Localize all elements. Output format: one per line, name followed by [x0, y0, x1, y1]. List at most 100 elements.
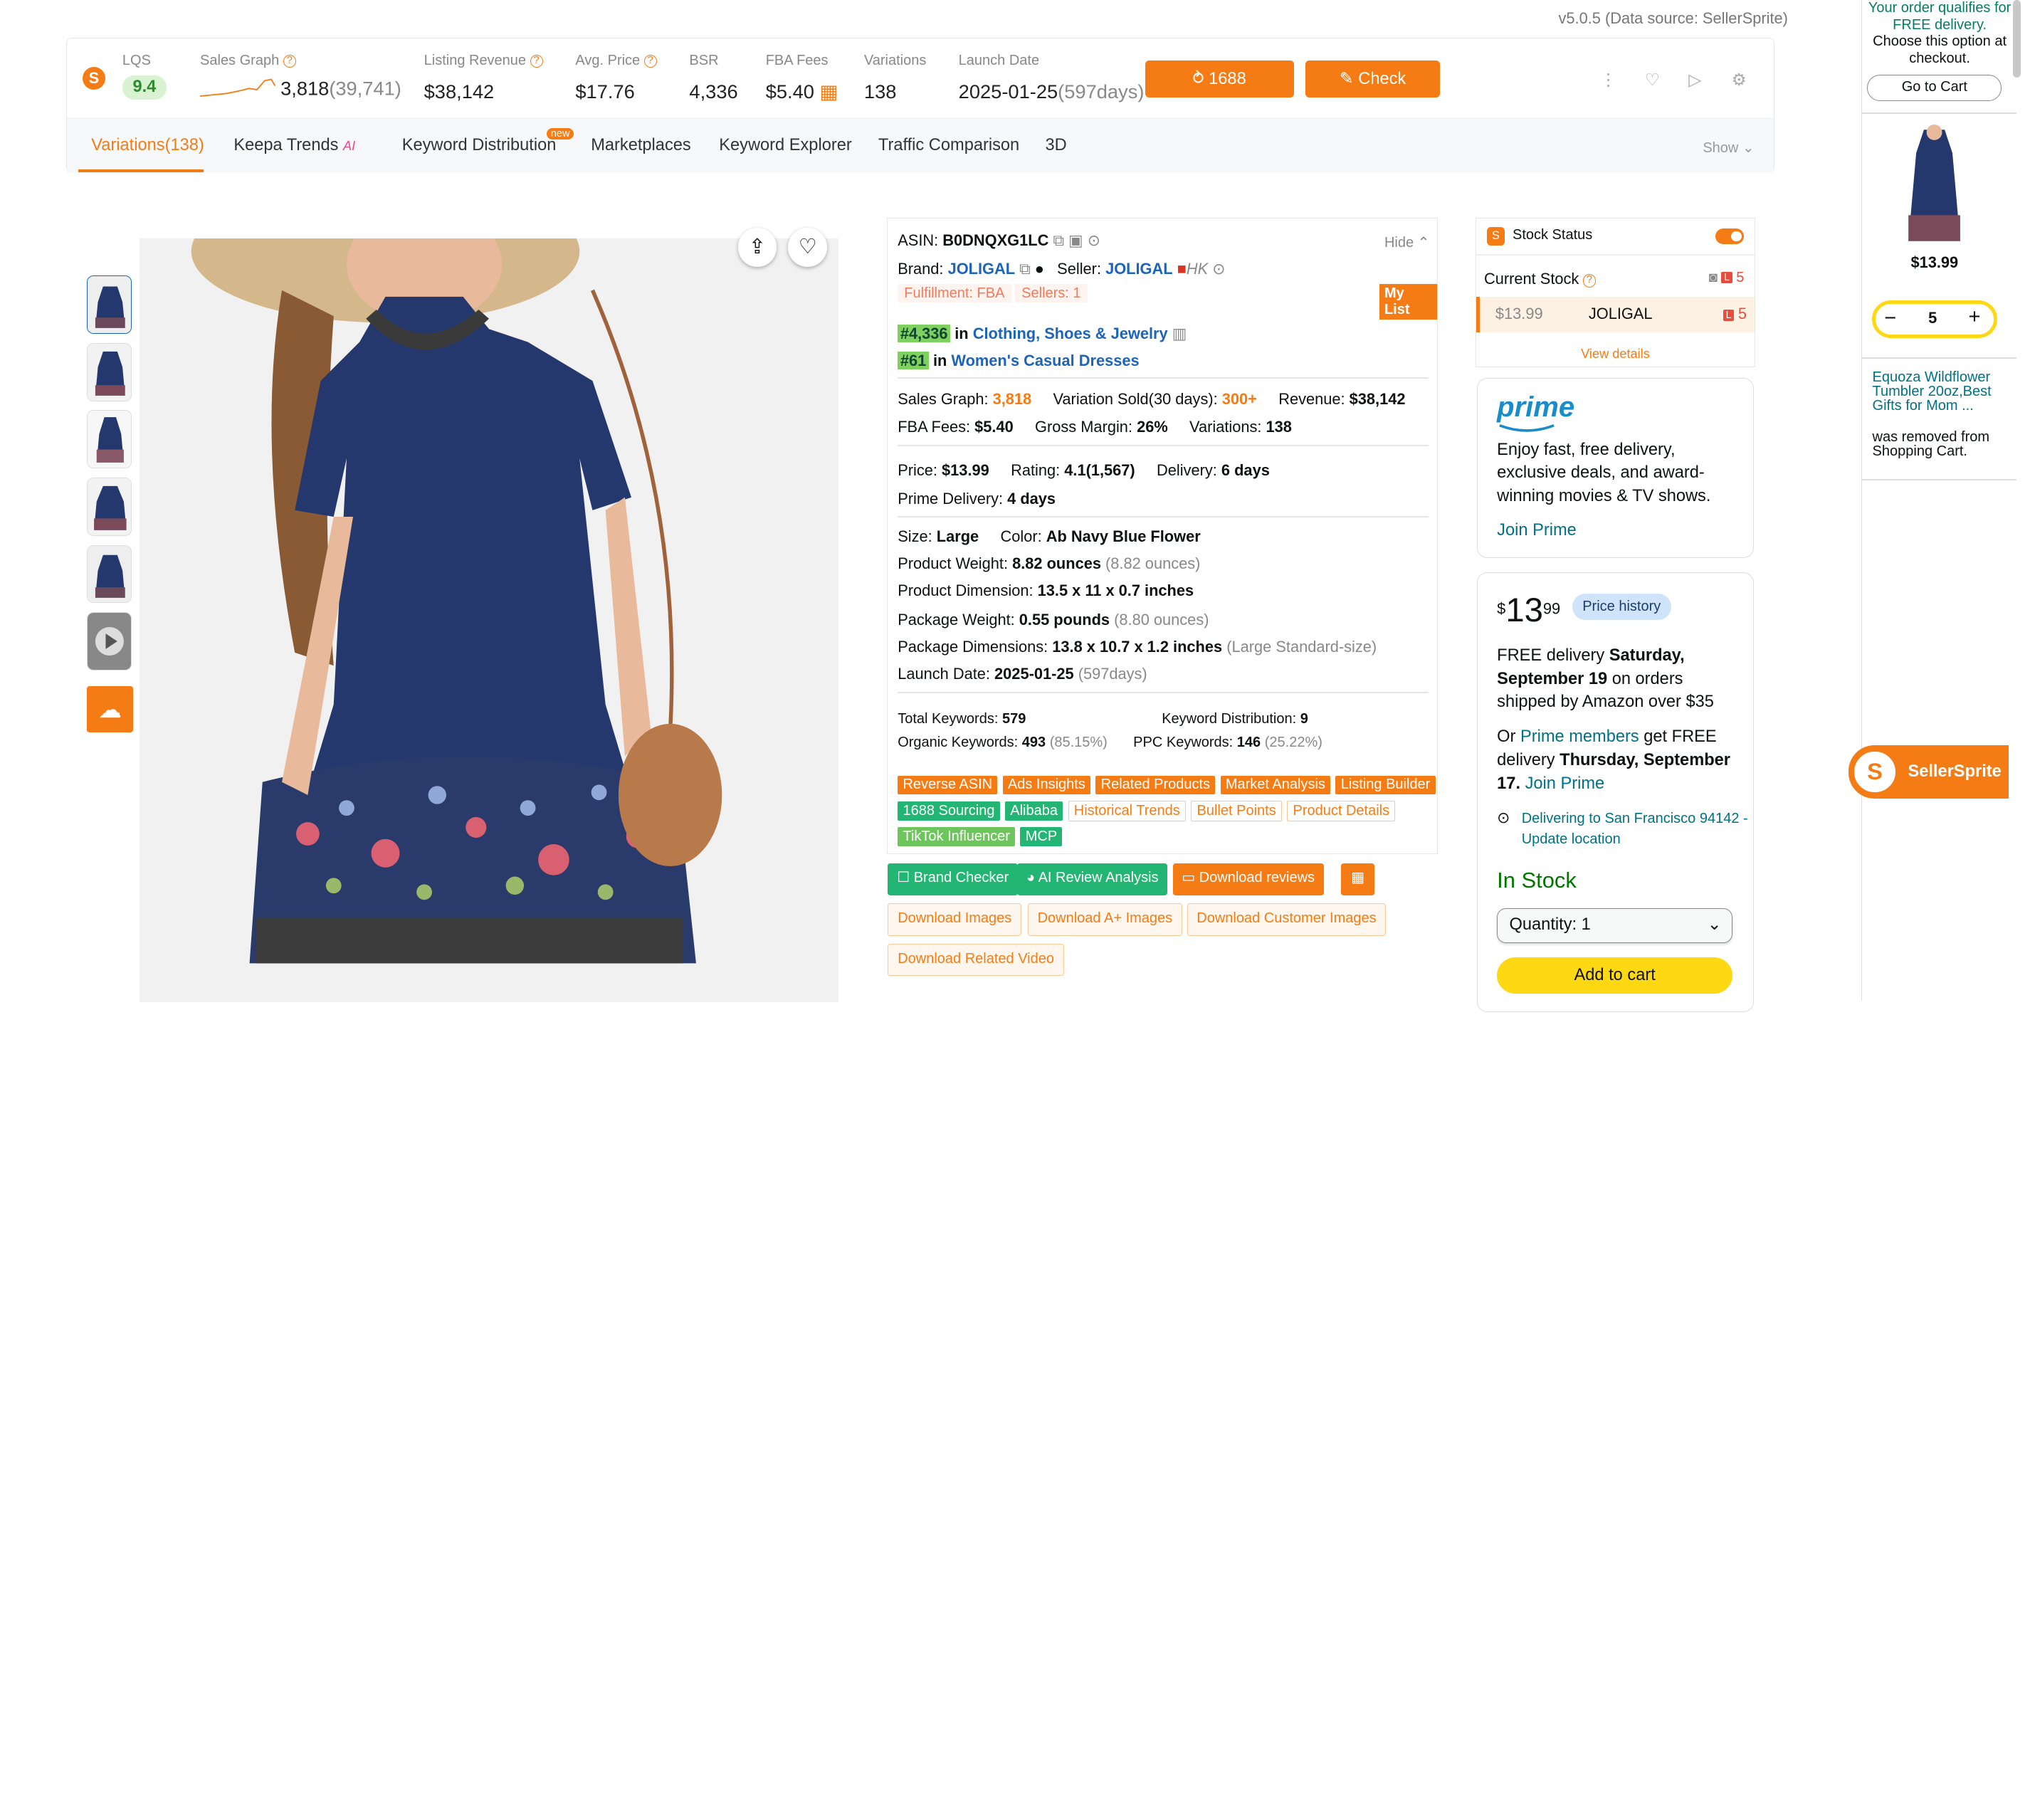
thumbnail-4[interactable]: [86, 478, 132, 536]
launch-date-metric: Launch Date 2025-01-25(597days): [959, 53, 1145, 103]
copy-icon[interactable]: ⧉: [1053, 231, 1064, 249]
tab-traffic-comparison[interactable]: Traffic Comparison: [878, 136, 1019, 155]
rank-main-category[interactable]: Clothing, Shoes & Jewelry: [973, 325, 1168, 342]
thumbnail-5[interactable]: [86, 545, 132, 604]
tiktok-influencer-tag[interactable]: TikTok Influencer: [898, 827, 1016, 846]
calculator-button[interactable]: ▦: [1340, 863, 1375, 896]
heart-icon[interactable]: ♡: [1641, 69, 1664, 93]
main-product-image[interactable]: [140, 238, 839, 1002]
location-icon[interactable]: ⊙: [1212, 260, 1225, 278]
ads-insights-tag[interactable]: Ads Insights: [1002, 775, 1091, 795]
download-customer-images-button[interactable]: Download Customer Images: [1187, 903, 1387, 936]
sales-graph-value[interactable]: 3,818: [993, 390, 1032, 408]
download-related-video-button[interactable]: Download Related Video: [888, 943, 1064, 977]
tab-keyword-explorer[interactable]: Keyword Explorer: [719, 136, 851, 155]
help-icon[interactable]: ?: [1582, 274, 1596, 288]
help-icon[interactable]: ?: [283, 54, 296, 68]
tab-keepa-trends[interactable]: Keepa Trends AI: [233, 136, 355, 155]
history-icon[interactable]: ▣: [1068, 231, 1083, 249]
video-icon[interactable]: ▷: [1683, 69, 1707, 93]
calculator-icon[interactable]: ▦: [820, 80, 838, 102]
product-details-tag[interactable]: Product Details: [1287, 801, 1396, 821]
check-patent-button[interactable]: ✎ Check Patent: [1305, 60, 1441, 125]
bullet-points-tag[interactable]: Bullet Points: [1191, 801, 1282, 821]
download-cloud-icon[interactable]: ☁: [86, 685, 134, 733]
thumbnail-3[interactable]: [86, 410, 132, 469]
hide-toggle[interactable]: Hide ⌃: [1384, 233, 1429, 251]
listing-builder-tag[interactable]: Listing Builder: [1335, 775, 1436, 795]
help-icon[interactable]: ?: [530, 54, 543, 68]
fba-fees-label: FBA Fees: [765, 52, 829, 68]
related-products-tag[interactable]: Related Products: [1095, 775, 1216, 795]
alibaba-tag[interactable]: Alibaba: [1005, 801, 1063, 821]
go-to-cart-button[interactable]: Go to Cart: [1867, 75, 2002, 101]
margin-value: 26%: [1137, 417, 1168, 436]
tiktok-icon[interactable]: ●: [1035, 260, 1044, 278]
quantity-select[interactable]: Quantity: 1 ⌄: [1497, 908, 1733, 943]
copy-icon[interactable]: ⧉: [1019, 260, 1031, 278]
thumbnail-1[interactable]: [86, 275, 132, 335]
download-aplus-button[interactable]: Download A+ Images: [1027, 903, 1182, 936]
tab-marketplaces[interactable]: Marketplaces: [591, 136, 691, 155]
join-prime-link[interactable]: Join Prime: [1525, 774, 1605, 793]
organic-keywords-value[interactable]: 493: [1022, 735, 1046, 750]
cart-quantity-stepper[interactable]: − 5 +: [1871, 300, 1997, 338]
show-toggle[interactable]: Show ⌄: [1703, 139, 1754, 157]
total-keywords-label: Total Keywords:: [898, 711, 999, 727]
low-stock-icon: L: [1723, 309, 1735, 321]
add-to-cart-button[interactable]: Add to cart: [1497, 957, 1733, 994]
view-details-link[interactable]: View details: [1476, 347, 1755, 362]
minus-icon[interactable]: −: [1884, 307, 1896, 330]
total-keywords-value[interactable]: 579: [1002, 711, 1026, 727]
join-prime-link[interactable]: Join Prime: [1497, 521, 1577, 540]
wishlist-heart-icon[interactable]: ♡: [788, 228, 827, 267]
tab-variations[interactable]: Variations(138): [91, 136, 204, 155]
camera-icon[interactable]: ◙: [1709, 270, 1722, 285]
ppc-keywords-value[interactable]: 146: [1237, 735, 1261, 750]
reverse-asin-tag[interactable]: Reverse ASIN: [898, 775, 998, 795]
sourcing-1688-button[interactable]: ⥁ 1688 Sourcing: [1145, 60, 1294, 125]
more-icon[interactable]: ⋮: [1597, 69, 1620, 93]
removed-item-link[interactable]: Equoza Wildflower Tumbler 20oz,Best Gift…: [1873, 370, 2010, 413]
download-reviews-button[interactable]: ▭ Download reviews: [1172, 863, 1324, 896]
my-list-button[interactable]: My List: [1379, 284, 1438, 320]
thumbnail-2[interactable]: [86, 342, 132, 401]
prime-members-link[interactable]: Prime members: [1520, 727, 1639, 746]
ai-review-button[interactable]: ◕ AI Review Analysis: [1017, 863, 1168, 896]
plus-icon[interactable]: +: [1968, 305, 1980, 329]
historical-trends-tag[interactable]: Historical Trends: [1068, 801, 1186, 821]
asin-value[interactable]: B0DNQXG1LC: [942, 231, 1048, 249]
delivery-location-link[interactable]: Delivering to San Francisco 94142 - Upda…: [1522, 809, 1748, 850]
mcp-tag[interactable]: MCP: [1020, 827, 1063, 846]
pkg-weight-value: 0.55 pounds: [1019, 610, 1110, 628]
tab-3d[interactable]: 3D: [1046, 136, 1067, 155]
keyword-distribution-value[interactable]: 9: [1300, 711, 1308, 727]
download-images-button[interactable]: Download Images: [888, 903, 1022, 936]
tab-keyword-distribution[interactable]: Keyword Distribution new: [402, 128, 574, 155]
location-icon[interactable]: ⊙: [1088, 231, 1100, 249]
sellers-tag[interactable]: Sellers: 1: [1015, 284, 1088, 303]
sales-graph-metric[interactable]: Sales Graph? 3,818(39,741): [199, 53, 401, 100]
scrollbar[interactable]: [2012, 0, 2021, 78]
help-icon[interactable]: ?: [643, 54, 657, 68]
settings-icon[interactable]: ⚙: [1727, 69, 1751, 93]
sourcing-1688-tag[interactable]: 1688 Sourcing: [898, 801, 1000, 821]
market-analysis-tag[interactable]: Market Analysis: [1220, 775, 1331, 795]
bar-chart-icon[interactable]: ▥: [1172, 325, 1187, 342]
brand-link[interactable]: JOLIGAL: [948, 260, 1016, 278]
cart-qty-value: 5: [1928, 309, 1937, 327]
stock-toggle[interactable]: [1715, 228, 1745, 244]
seller-link[interactable]: JOLIGAL: [1105, 260, 1173, 278]
share-icon[interactable]: ⇪: [737, 228, 777, 267]
price-dollar: $: [1497, 599, 1506, 618]
brand-checker-button[interactable]: ☐ Brand Checker: [888, 863, 1018, 896]
hide-label: Hide: [1384, 235, 1414, 251]
prime-promo-box: prime Enjoy fast, free delivery, exclusi…: [1476, 378, 1755, 558]
thumbnail-video[interactable]: [86, 612, 132, 670]
fba-label: FBA Fees:: [898, 417, 971, 436]
price-history-button[interactable]: Price history: [1572, 593, 1671, 621]
ppc-pct: (25.22%): [1264, 735, 1322, 751]
cart-item-image-icon[interactable]: [1895, 124, 1973, 251]
rank-sub-category[interactable]: Women's Casual Dresses: [951, 352, 1139, 369]
sellersprite-floating-button[interactable]: S SellerSprite: [1848, 745, 2009, 799]
